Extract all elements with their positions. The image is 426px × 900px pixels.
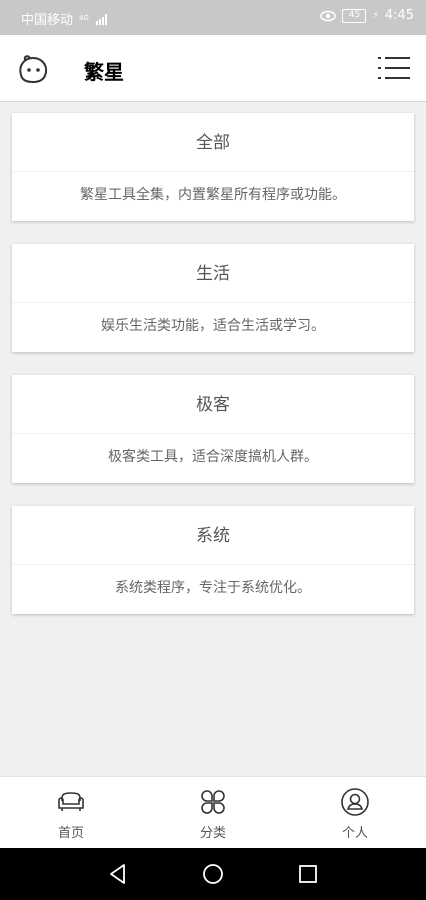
category-title: 极客 (12, 375, 414, 434)
list-menu-icon[interactable] (378, 56, 410, 80)
category-card-geek[interactable]: 极客 极客类工具，适合深度搞机人群。 (12, 375, 414, 483)
status-right: 45 ⚡ 4:45 (320, 8, 414, 23)
signal-strength-icon (95, 13, 107, 25)
category-title: 系统 (12, 506, 414, 565)
recents-square-icon[interactable] (296, 862, 320, 886)
category-title: 生活 (12, 244, 414, 303)
face-logo-icon[interactable] (16, 52, 50, 86)
bottom-nav: 首页 分类 个人 (0, 776, 426, 849)
network-type: 4G (79, 14, 89, 22)
status-left: 中国移动 4G (21, 9, 109, 28)
nav-item-profile[interactable]: 个人 (284, 777, 426, 849)
charging-icon: ⚡ (372, 10, 379, 21)
nav-label-home: 首页 (57, 826, 84, 841)
clock: 4:45 (384, 8, 414, 23)
sofa-icon (58, 792, 84, 811)
category-title: 全部 (12, 113, 414, 172)
category-list: 全部 繁星工具全集，内置繁星所有程序或功能。 生活 娱乐生活类功能，适合生活或学… (12, 113, 414, 637)
nav-label-category: 分类 (199, 826, 226, 841)
category-description: 娱乐生活类功能，适合生活或学习。 (101, 318, 325, 334)
nav-label-profile: 个人 (341, 826, 368, 841)
status-bar: 中国移动 4G 45 ⚡ 4:45 (0, 0, 426, 35)
app-header: 繁星 (0, 35, 426, 102)
home-circle-icon[interactable] (201, 862, 225, 886)
clover-icon (201, 790, 225, 814)
battery-indicator: 45 (342, 8, 367, 23)
nav-item-home[interactable]: 首页 (0, 777, 142, 849)
category-card-system[interactable]: 系统 系统类程序，专注于系统优化。 (12, 506, 414, 614)
category-description: 系统类程序，专注于系统优化。 (115, 580, 311, 596)
category-description: 极客类工具，适合深度搞机人群。 (108, 449, 318, 465)
category-description: 繁星工具全集，内置繁星所有程序或功能。 (80, 187, 346, 203)
app-title: 繁星 (84, 60, 124, 84)
category-card-life[interactable]: 生活 娱乐生活类功能，适合生活或学习。 (12, 244, 414, 352)
carrier-name: 中国移动 (21, 13, 74, 28)
user-icon (341, 788, 369, 816)
eye-icon (320, 10, 337, 21)
category-card-all[interactable]: 全部 繁星工具全集，内置繁星所有程序或功能。 (12, 113, 414, 221)
back-icon[interactable] (106, 862, 130, 886)
system-nav-bar (0, 848, 426, 900)
nav-item-category[interactable]: 分类 (142, 777, 284, 849)
